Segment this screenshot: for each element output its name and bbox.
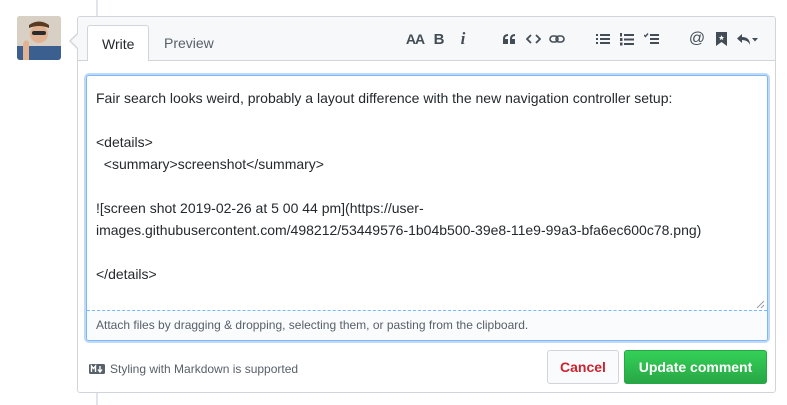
markdown-toolbar: AA B i @ (381, 26, 761, 52)
code-icon (525, 34, 541, 44)
cancel-button[interactable]: Cancel (547, 350, 619, 384)
quote-button[interactable] (498, 27, 520, 51)
reply-icon (737, 33, 758, 45)
tab-write[interactable]: Write (87, 25, 150, 61)
task-list-button[interactable] (640, 27, 662, 51)
resize-handle-icon[interactable] (756, 300, 765, 309)
comment-textarea[interactable]: Fair search looks weird, probably a layo… (87, 76, 767, 311)
markdown-note: Styling with Markdown is supported (110, 362, 299, 376)
attach-files-dropzone[interactable]: Attach files by dragging & dropping, sel… (87, 310, 767, 340)
unordered-list-icon (596, 34, 610, 44)
quote-icon (503, 34, 515, 44)
bold-button[interactable]: B (428, 27, 450, 51)
update-comment-button[interactable]: Update comment (624, 350, 767, 384)
ordered-list-button[interactable] (616, 27, 638, 51)
markdown-support-link[interactable]: Styling with Markdown is supported (89, 362, 298, 376)
italic-icon: i (460, 29, 466, 48)
reference-button[interactable] (710, 27, 732, 51)
task-list-icon (643, 33, 659, 44)
markdown-icon (89, 364, 105, 374)
heading-button[interactable]: AA (404, 27, 426, 51)
unordered-list-button[interactable] (592, 27, 614, 51)
link-icon (549, 35, 565, 43)
comment-edit-box: Write Preview AA B i @ Fair search looks… (77, 16, 776, 393)
tab-preview[interactable]: Preview (150, 25, 228, 61)
bold-icon: B (433, 30, 445, 48)
heading-icon: AA (405, 31, 425, 47)
comment-editor: Fair search looks weird, probably a layo… (86, 75, 768, 341)
link-button[interactable] (546, 27, 568, 51)
toolbar-group-text: AA B i (403, 27, 475, 51)
editor-header: Write Preview AA B i @ (78, 17, 775, 61)
avatar[interactable] (17, 16, 61, 60)
code-button[interactable] (522, 27, 544, 51)
toolbar-group-extra: @ (685, 27, 761, 51)
mention-icon: @ (688, 30, 706, 47)
italic-button[interactable]: i (452, 27, 474, 51)
saved-replies-button[interactable] (734, 27, 760, 51)
mention-button[interactable]: @ (686, 27, 708, 51)
ordered-list-icon (620, 32, 634, 45)
bookmark-icon (715, 32, 727, 46)
toolbar-group-lists (591, 27, 663, 51)
toolbar-group-insert (497, 27, 569, 51)
comment-caret-inner (71, 34, 78, 48)
